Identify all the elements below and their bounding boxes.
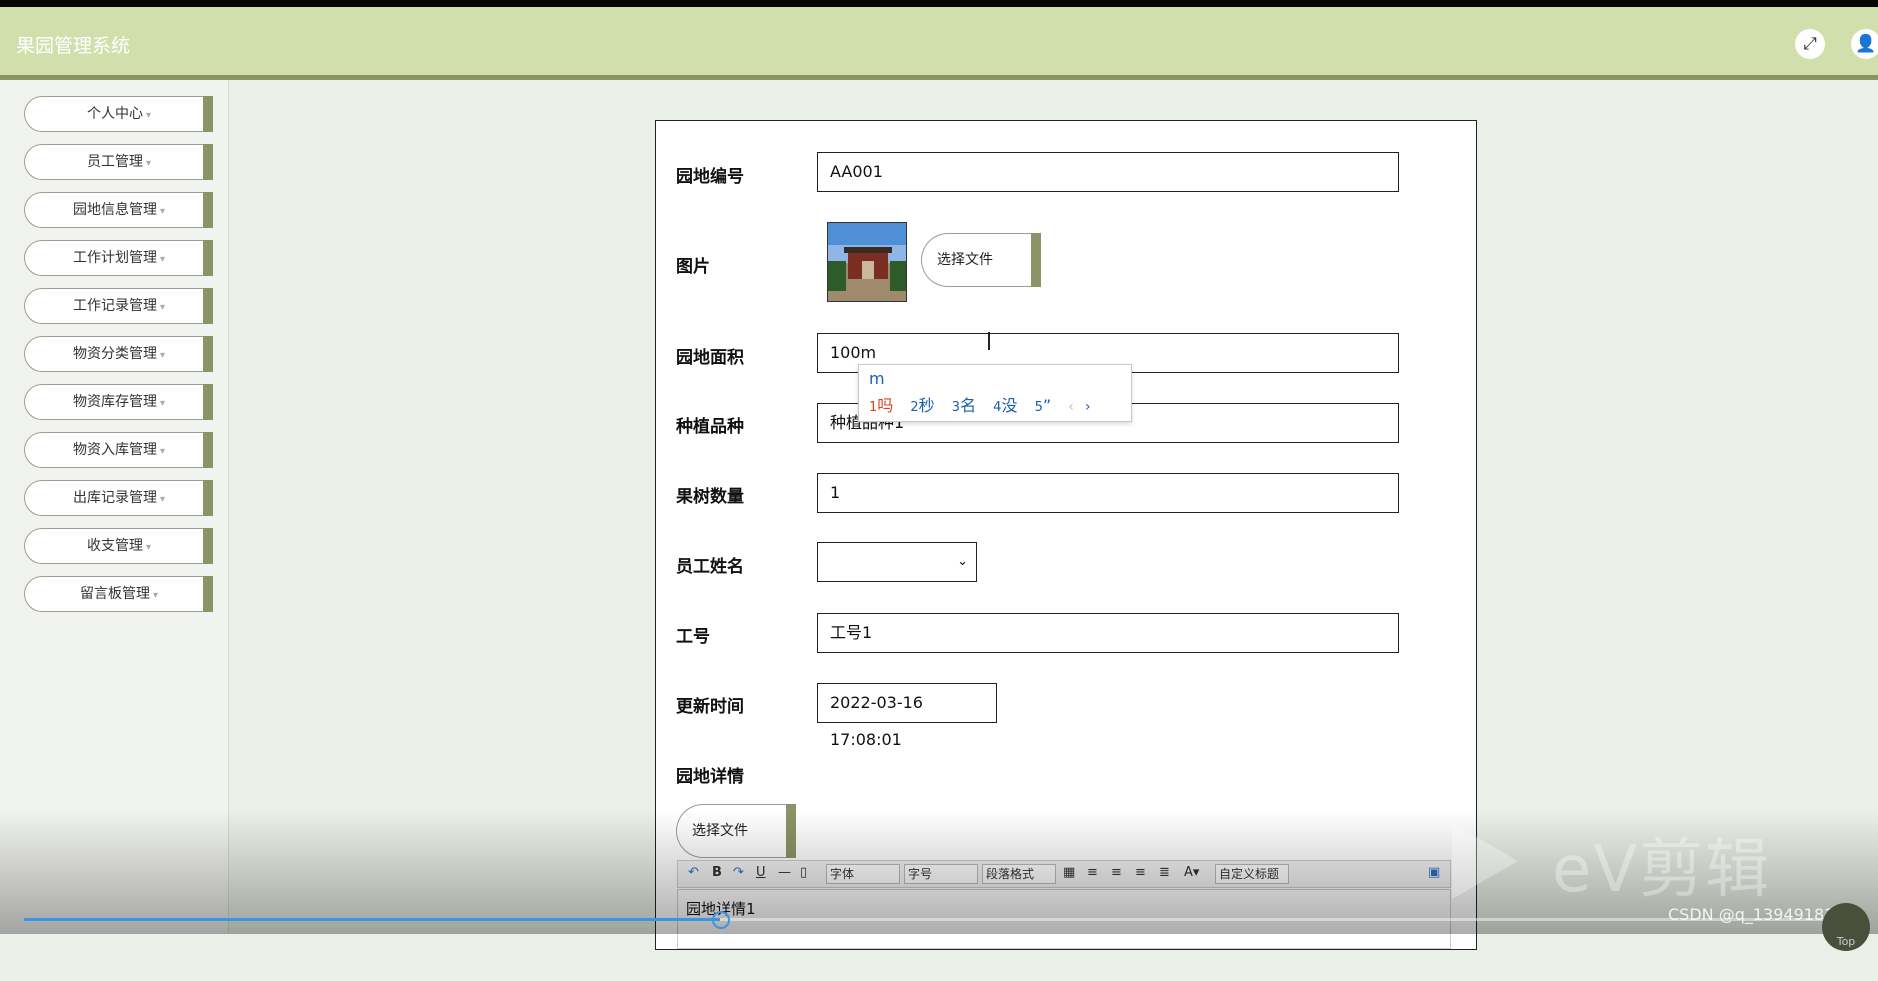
sidebar-item-label: 园地信息管理 [72, 202, 157, 218]
chevron-down-icon: ▾ [159, 302, 166, 313]
play-icon [1452, 823, 1518, 899]
ime-candidate[interactable]: 3名 [952, 396, 976, 415]
ime-composition: m [869, 369, 885, 388]
employee-name-select[interactable]: ⌄ [817, 542, 977, 582]
chevron-down-icon: ▾ [159, 398, 166, 409]
sidebar-item-label: 个人中心 [86, 106, 143, 122]
garden-no-label: 园地编号 [676, 167, 744, 187]
ime-candidate-number: 3 [951, 400, 961, 415]
paragraph-format-select[interactable]: 段落格式 [982, 864, 1056, 884]
sidebar-item-label: 出库记录管理 [72, 490, 157, 506]
sidebar-item-message-board[interactable]: 留言板管理 ▾ [24, 576, 213, 612]
underline-icon[interactable]: U [756, 865, 766, 880]
chevron-down-icon: ▾ [145, 542, 152, 553]
updated-at-label: 更新时间 [676, 697, 744, 717]
preview-icon[interactable]: ▣ [1428, 865, 1440, 880]
updated-at-input[interactable]: 2022-03-16 17:08:01 [817, 683, 997, 749]
user-icon[interactable]: 👤 [1851, 29, 1878, 59]
window-top-strip [0, 0, 1878, 7]
font-color-icon[interactable]: A▾ [1184, 865, 1199, 880]
align-right-icon[interactable]: ≡ [1135, 865, 1146, 880]
ime-candidate[interactable]: 1吗 [869, 396, 893, 415]
text-cursor [988, 332, 990, 350]
sidebar-item-work-plan[interactable]: 工作计划管理 ▾ [24, 240, 213, 276]
app-title: 果园管理系统 [16, 35, 131, 57]
chevron-down-icon: ▾ [159, 254, 166, 265]
ime-candidate-text: 秒 [918, 396, 935, 415]
chevron-down-icon: ▾ [145, 158, 152, 169]
chevron-down-icon: ⌄ [957, 554, 968, 569]
sidebar-item-label: 物资入库管理 [72, 442, 157, 458]
undo-icon[interactable]: ↶ [688, 865, 699, 880]
justify-icon[interactable]: ≣ [1159, 865, 1170, 880]
ime-candidate[interactable]: 2秒 [910, 396, 934, 415]
employee-no-input[interactable]: 工号1 [817, 613, 1399, 653]
employee-name-label: 员工姓名 [676, 557, 744, 577]
align-left-icon[interactable]: ≡ [1087, 865, 1098, 880]
ime-candidate-text: 没 [1001, 396, 1018, 415]
sidebar-item-outbound-record[interactable]: 出库记录管理 ▾ [24, 480, 213, 516]
ime-candidate-text: 名 [960, 396, 977, 415]
editor-toolbar: ↶ B ↷ U — ▯ 字体 字号 段落格式 ▦ ≡ ≡ ≡ ≣ A▾ 自定义标… [677, 860, 1451, 888]
details-choose-file-button[interactable]: 选择文件 [676, 804, 796, 858]
sidebar-item-label: 留言板管理 [79, 586, 150, 602]
image-choose-file-button[interactable]: 选择文件 [921, 233, 1041, 287]
document-icon[interactable]: ▯ [800, 865, 807, 880]
sidebar-item-employee[interactable]: 员工管理 ▾ [24, 144, 213, 180]
redo-icon[interactable]: ↷ [733, 865, 744, 880]
bold-icon[interactable]: B [712, 865, 722, 880]
ime-candidate-number: 5 [1034, 400, 1043, 415]
sidebar-item-work-record[interactable]: 工作记录管理 ▾ [24, 288, 213, 324]
fullscreen-icon[interactable]: ⤢ [1795, 29, 1825, 59]
chevron-down-icon: ▾ [152, 590, 159, 601]
sidebar-item-garden-info[interactable]: 园地信息管理 ▾ [24, 192, 213, 228]
chevron-down-icon: ▾ [159, 206, 166, 217]
sidebar-item-label: 工作记录管理 [72, 298, 157, 314]
tree-count-label: 果树数量 [676, 487, 744, 507]
font-size-select[interactable]: 字号 [904, 864, 978, 884]
sidebar-item-material-stock[interactable]: 物资库存管理 ▾ [24, 384, 213, 420]
chevron-down-icon: ▾ [159, 350, 166, 361]
ime-next-page-icon[interactable]: › [1085, 399, 1091, 415]
image-label: 图片 [676, 257, 710, 277]
back-to-top-button[interactable]: Top [1822, 903, 1870, 951]
ime-candidate-number: 2 [910, 400, 919, 415]
ev-watermark: eV剪辑 [1552, 833, 1772, 907]
ime-candidate[interactable]: 5” [1035, 396, 1052, 415]
align-center-icon[interactable]: ≡ [1111, 865, 1122, 880]
ime-candidate-text: 吗 [877, 396, 894, 415]
garden-no-input[interactable]: AA001 [817, 152, 1399, 192]
horizontal-rule-icon[interactable]: — [778, 865, 791, 880]
garden-form: 园地编号 AA001 图片 选择文件 园地面积 100m 种植品种 种植品种1 … [655, 120, 1477, 950]
chevron-down-icon: ▾ [145, 110, 152, 121]
ime-prev-page-icon[interactable]: ‹ [1068, 399, 1074, 415]
chevron-down-icon: ▾ [159, 494, 166, 505]
ime-candidate-window: m 1吗 2秒 3名 4没 5” ‹ › [858, 364, 1132, 422]
video-progress-fill [24, 918, 720, 921]
font-family-select[interactable]: 字体 [826, 864, 900, 884]
details-label: 园地详情 [676, 767, 744, 787]
employee-no-label: 工号 [676, 627, 710, 647]
sidebar-item-finance[interactable]: 收支管理 ▾ [24, 528, 213, 564]
garden-image-thumbnail[interactable] [827, 222, 907, 302]
chevron-down-icon: ▾ [159, 446, 166, 457]
sidebar-item-label: 物资库存管理 [72, 394, 157, 410]
sidebar-item-label: 员工管理 [86, 154, 143, 170]
variety-label: 种植品种 [676, 417, 744, 437]
sidebar-item-label: 物资分类管理 [72, 346, 157, 362]
ime-candidate[interactable]: 4没 [993, 396, 1017, 415]
ime-candidate-text: ” [1042, 396, 1052, 415]
custom-heading-select[interactable]: 自定义标题 [1215, 864, 1289, 884]
table-icon[interactable]: ▦ [1063, 865, 1075, 880]
app-header: 果园管理系统 ⤢ 👤 [0, 7, 1878, 80]
sidebar-item-label: 收支管理 [86, 538, 143, 554]
tree-count-input[interactable]: 1 [817, 473, 1399, 513]
sidebar-item-label: 工作计划管理 [72, 250, 157, 266]
sidebar-item-material-inbound[interactable]: 物资入库管理 ▾ [24, 432, 213, 468]
sidebar-item-material-category[interactable]: 物资分类管理 ▾ [24, 336, 213, 372]
video-progress-knob[interactable] [712, 911, 730, 929]
area-label: 园地面积 [676, 348, 744, 368]
sidebar-item-personal-center[interactable]: 个人中心 ▾ [24, 96, 213, 132]
